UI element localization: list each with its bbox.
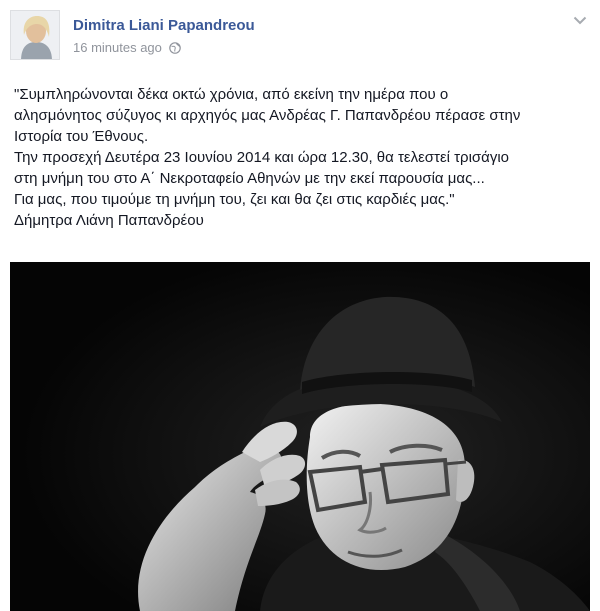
post-options-button[interactable] [570, 12, 590, 28]
post-header: Dimitra Liani Papandreou 16 minutes ago [10, 10, 590, 62]
post-text-line: Την προσεχή Δευτέρα 23 Ιουνίου 2014 και … [14, 149, 510, 166]
avatar-image [11, 11, 59, 59]
portrait-image [10, 262, 590, 611]
globe-icon [169, 41, 181, 54]
chevron-down-icon [573, 16, 587, 24]
post-text: "Συμπληρώνονται δέκα οκτώ χρόνια, από εκ… [14, 84, 590, 231]
post-text-line: "Συμπληρώνονται δέκα οκτώ χρόνια, από εκ… [14, 86, 449, 103]
avatar[interactable] [10, 10, 60, 60]
post-signature: Δήμητρα Λιάνη Παπανδρέου [14, 212, 204, 229]
post-text-line: Ιστορία του Έθνους. [14, 128, 149, 145]
post-photo[interactable] [10, 262, 590, 611]
author-name[interactable]: Dimitra Liani Papandreou [73, 17, 255, 34]
post-text-line: στη μνήμη του στο Α΄ Νεκροταφείο Αθηνών … [14, 170, 485, 187]
post-meta: 16 minutes ago [73, 40, 181, 55]
post-text-line: αλησμόνητος σύζυγος κι αρχηγός μας Ανδρέ… [14, 107, 521, 124]
timestamp[interactable]: 16 minutes ago [73, 40, 162, 55]
post-text-line: Για μας, που τιμούμε τη μνήμη του, ζει κ… [14, 191, 455, 208]
